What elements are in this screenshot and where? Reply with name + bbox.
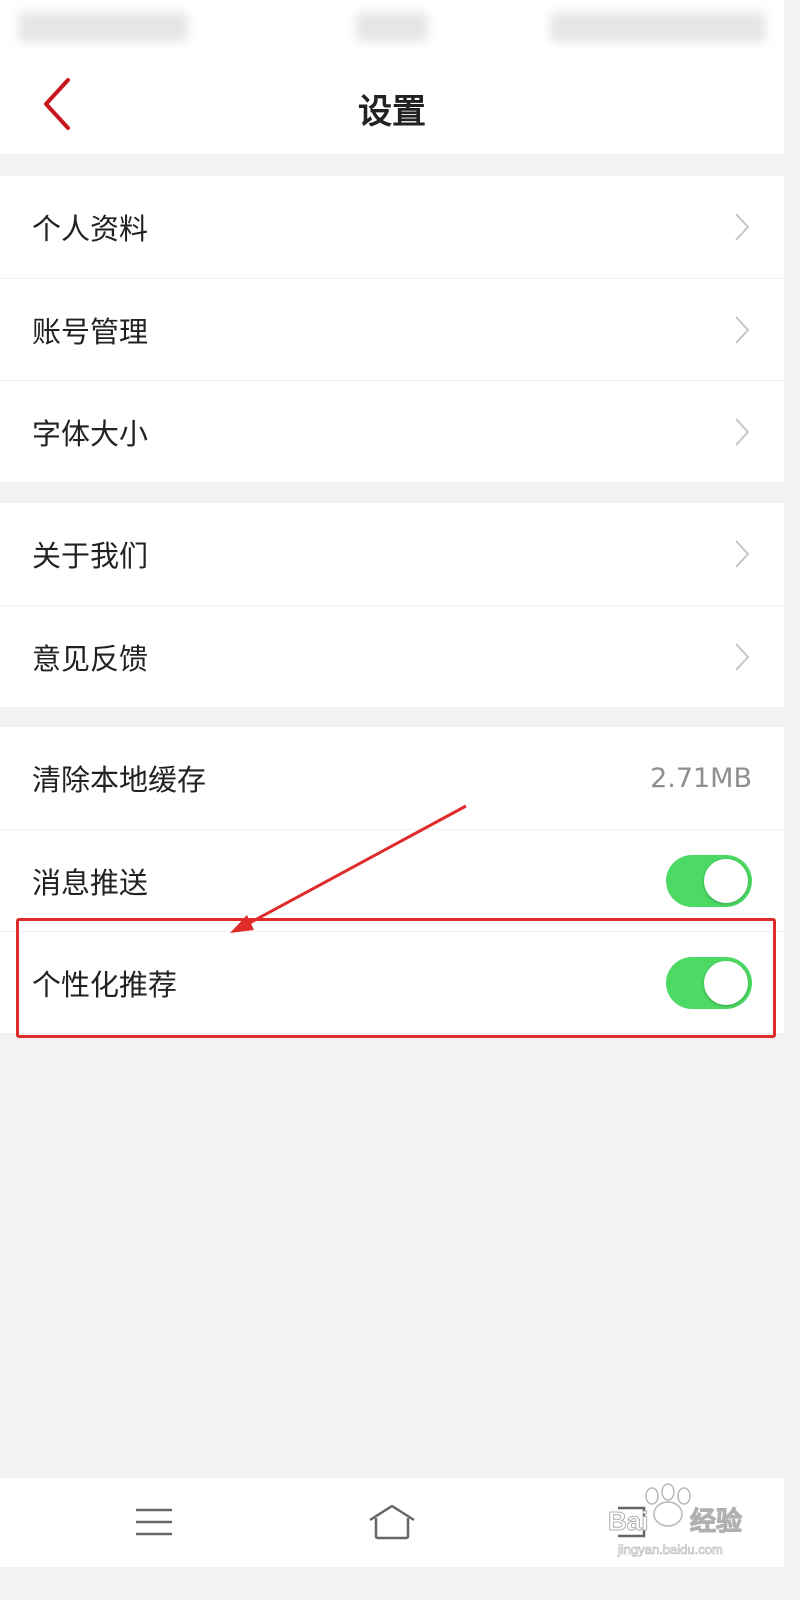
settings-item-push-notifications: 消息推送 (0, 829, 784, 931)
cache-size-value: 2.71MB (650, 762, 752, 794)
status-signal-blurred (18, 12, 188, 42)
settings-group-about: 关于我们 意见反馈 (0, 503, 784, 707)
chevron-right-icon (735, 213, 750, 241)
nav-home-button[interactable] (362, 1498, 422, 1546)
toggle-knob (704, 858, 748, 903)
settings-group-profile: 个人资料 账号管理 字体大小 (0, 176, 784, 482)
home-icon (369, 1504, 415, 1540)
settings-item-label: 消息推送 (32, 865, 149, 900)
settings-item-label: 清除本地缓存 (32, 763, 207, 797)
settings-item-label: 账号管理 (32, 314, 149, 349)
watermark-logo: Bai 经验 jingyan.baidu.com (604, 1482, 754, 1562)
settings-item-about-us[interactable]: 关于我们 (0, 503, 784, 605)
nav-menu-button[interactable] (124, 1498, 184, 1546)
settings-item-account[interactable]: 账号管理 (0, 278, 784, 380)
settings-item-clear-cache[interactable]: 清除本地缓存 2.71MB (0, 727, 784, 829)
settings-group-misc: 清除本地缓存 2.71MB 消息推送 个性化推荐 (0, 727, 784, 1033)
svg-text:jingyan.baidu.com: jingyan.baidu.com (617, 1542, 723, 1557)
settings-item-label: 字体大小 (32, 416, 149, 451)
settings-item-feedback[interactable]: 意见反馈 (0, 605, 784, 707)
chevron-right-icon (735, 315, 750, 344)
menu-icon (136, 1508, 172, 1536)
svg-text:经验: 经验 (690, 1506, 742, 1536)
baidu-paw-icon: Bai 经验 jingyan.baidu.com (608, 1483, 743, 1557)
chevron-right-icon (735, 417, 750, 446)
settings-item-font-size[interactable]: 字体大小 (0, 380, 784, 482)
settings-item-personalized-recommendation: 个性化推荐 (0, 931, 784, 1033)
chevron-right-icon (735, 540, 750, 568)
settings-item-profile[interactable]: 个人资料 (0, 176, 784, 278)
chevron-right-icon (735, 642, 750, 671)
push-notifications-toggle[interactable] (666, 854, 752, 907)
settings-item-label: 个人资料 (32, 212, 149, 246)
toggle-knob (704, 960, 748, 1005)
settings-item-label: 关于我们 (32, 539, 149, 573)
header: 设置 (0, 56, 784, 154)
status-icons-blurred (550, 12, 766, 42)
settings-item-label: 意见反馈 (32, 641, 149, 676)
status-time-blurred (356, 12, 428, 42)
personalized-recommendation-toggle[interactable] (666, 956, 752, 1009)
page-title: 设置 (358, 92, 426, 132)
settings-item-label: 个性化推荐 (32, 967, 178, 1002)
status-bar (0, 0, 784, 56)
svg-text:Bai: Bai (608, 1506, 648, 1536)
